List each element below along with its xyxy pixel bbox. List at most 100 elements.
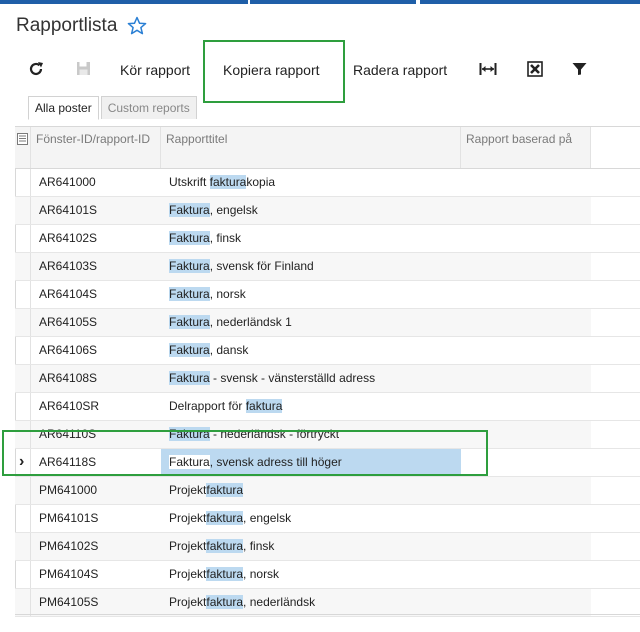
cell-based-on[interactable]	[461, 393, 591, 420]
row-selector[interactable]	[15, 533, 31, 560]
table-row[interactable]: PM64101S Projektfaktura, engelsk	[15, 505, 640, 533]
tab-custom-reports[interactable]: Custom reports	[100, 96, 197, 119]
row-filler	[591, 169, 640, 196]
row-selector[interactable]	[15, 309, 31, 336]
table-row[interactable]: AR64102S Faktura, finsk	[15, 225, 640, 253]
title-part-mark: Faktura	[169, 343, 210, 357]
cell-report-id[interactable]: AR641000	[31, 169, 161, 196]
table-row[interactable]: AR64118SFaktura, svensk adress till höge…	[15, 449, 640, 477]
table-row[interactable]: PM641000 Projektfaktura	[15, 477, 640, 505]
refresh-button[interactable]	[25, 52, 47, 88]
table-row[interactable]: AR6410SR Delrapport för faktura	[15, 393, 640, 421]
cell-based-on[interactable]	[461, 421, 591, 448]
cell-based-on[interactable]	[461, 561, 591, 588]
cell-report-title[interactable]: Faktura, svensk för Finland	[161, 253, 461, 280]
cell-report-id[interactable]: AR64110S	[31, 421, 161, 448]
delete-report-button[interactable]: Radera rapport	[347, 52, 453, 88]
cell-report-id[interactable]: PM641000	[31, 477, 161, 504]
cell-report-title[interactable]: Faktura, dansk	[161, 337, 461, 364]
cell-report-title[interactable]: Delrapport för faktura	[161, 393, 461, 420]
row-selector[interactable]	[15, 365, 31, 392]
cell-based-on[interactable]	[461, 281, 591, 308]
table-row[interactable]: AR64103S Faktura, svensk för Finland	[15, 253, 640, 281]
table-row[interactable]: AR64106S Faktura, dansk	[15, 337, 640, 365]
filter-button[interactable]	[568, 52, 590, 88]
cell-report-id[interactable]: AR64102S	[31, 225, 161, 252]
cell-report-title[interactable]: Faktura - svensk - vänsterställd adress	[161, 365, 461, 392]
row-selector[interactable]	[15, 253, 31, 280]
column-header-based-on[interactable]: Rapport baserad på	[461, 127, 591, 168]
row-selector[interactable]	[15, 561, 31, 588]
row-filler	[591, 533, 640, 560]
row-selector[interactable]	[15, 393, 31, 420]
table-row[interactable]: AR64104S Faktura, norsk	[15, 281, 640, 309]
cell-report-title[interactable]: Projektfaktura, finsk	[161, 533, 461, 560]
row-selector-arrow-icon[interactable]	[15, 449, 31, 476]
cell-based-on[interactable]	[461, 225, 591, 252]
row-selector[interactable]	[15, 225, 31, 252]
cell-based-on[interactable]	[461, 589, 591, 616]
table-row[interactable]: PM64104S Projektfaktura, norsk	[15, 561, 640, 589]
table-row[interactable]: AR64101S Faktura, engelsk	[15, 197, 640, 225]
table-row[interactable]: AR64108S Faktura - svensk - vänsterställd…	[15, 365, 640, 393]
cell-based-on[interactable]	[461, 253, 591, 280]
row-selector[interactable]	[15, 337, 31, 364]
cell-report-id[interactable]: AR64103S	[31, 253, 161, 280]
table-row[interactable]: AR64105S Faktura, nederländsk 1	[15, 309, 640, 337]
row-selector[interactable]	[15, 421, 31, 448]
title-part-mark: Faktura	[169, 203, 210, 217]
cell-report-id[interactable]: PM64101S	[31, 505, 161, 532]
row-selector[interactable]	[15, 477, 31, 504]
cell-report-title[interactable]: Faktura - nederländsk - förtryckt	[161, 421, 461, 448]
cell-report-id[interactable]: AR64108S	[31, 365, 161, 392]
cell-based-on[interactable]	[461, 169, 591, 196]
cell-report-id[interactable]: AR64104S	[31, 281, 161, 308]
title-part-mark: faktura	[206, 483, 244, 497]
cell-report-title[interactable]: Projektfaktura, engelsk	[161, 505, 461, 532]
cell-report-title[interactable]: Faktura, finsk	[161, 225, 461, 252]
table-row[interactable]: AR64110S Faktura - nederländsk - förtryck…	[15, 421, 640, 449]
table-row[interactable]: PM64105S Projektfaktura, nederländsk	[15, 589, 640, 617]
cell-report-title[interactable]: Projektfaktura	[161, 477, 461, 504]
cell-report-title[interactable]: Faktura, engelsk	[161, 197, 461, 224]
export-button[interactable]	[524, 52, 546, 88]
cell-based-on[interactable]	[461, 505, 591, 532]
cell-report-id[interactable]: PM64102S	[31, 533, 161, 560]
row-selector[interactable]	[15, 589, 31, 616]
cell-report-id[interactable]: PM64105S	[31, 589, 161, 616]
cell-report-id[interactable]: AR64118S	[31, 449, 161, 476]
cell-based-on[interactable]	[461, 449, 591, 476]
table-row[interactable]: AR641000 Utskrift fakturakopia	[15, 169, 640, 197]
column-header-id[interactable]: Fönster-ID/rapport-ID	[31, 127, 161, 168]
cell-report-id[interactable]: AR64101S	[31, 197, 161, 224]
cell-report-id[interactable]: PM64104S	[31, 561, 161, 588]
cell-report-title[interactable]: Projektfaktura, norsk	[161, 561, 461, 588]
star-icon[interactable]	[127, 16, 147, 36]
cell-based-on[interactable]	[461, 477, 591, 504]
run-report-button[interactable]: Kör rapport	[114, 52, 196, 88]
cell-report-title[interactable]: Utskrift fakturakopia	[161, 169, 461, 196]
row-selector[interactable]	[15, 197, 31, 224]
row-selector[interactable]	[15, 505, 31, 532]
copy-report-button[interactable]: Kopiera rapport	[217, 52, 326, 88]
fit-columns-button[interactable]	[477, 52, 499, 88]
cell-report-id[interactable]: AR6410SR	[31, 393, 161, 420]
column-chooser-button[interactable]	[15, 127, 31, 168]
cell-based-on[interactable]	[461, 309, 591, 336]
cell-report-id[interactable]: AR64106S	[31, 337, 161, 364]
column-header-title[interactable]: Rapporttitel	[161, 127, 461, 168]
row-selector[interactable]	[15, 169, 31, 196]
save-button[interactable]	[72, 52, 94, 88]
row-selector[interactable]	[15, 281, 31, 308]
cell-based-on[interactable]	[461, 337, 591, 364]
cell-based-on[interactable]	[461, 197, 591, 224]
cell-report-title[interactable]: Projektfaktura, nederländsk	[161, 589, 461, 616]
table-row[interactable]: PM64102S Projektfaktura, finsk	[15, 533, 640, 561]
cell-report-title[interactable]: Faktura, svensk adress till höger	[161, 449, 461, 476]
cell-report-title[interactable]: Faktura, nederländsk 1	[161, 309, 461, 336]
cell-based-on[interactable]	[461, 533, 591, 560]
cell-based-on[interactable]	[461, 365, 591, 392]
cell-report-title[interactable]: Faktura, norsk	[161, 281, 461, 308]
cell-report-id[interactable]: AR64105S	[31, 309, 161, 336]
tab-all-records[interactable]: Alla poster	[28, 96, 99, 120]
